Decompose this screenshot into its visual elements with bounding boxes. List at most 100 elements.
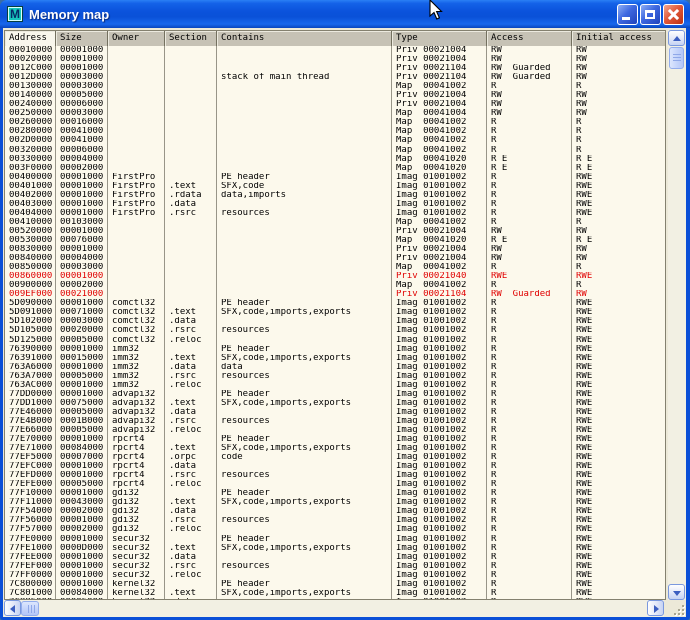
table-row[interactable]: 0012C000 00001000 Priv 00021104 RW Guard… bbox=[5, 64, 665, 73]
table-row[interactable]: 003F0000 00002000 Map 00041020 R E R E bbox=[5, 164, 665, 173]
scroll-down-button[interactable] bbox=[668, 584, 685, 600]
table-row[interactable]: 77EFC000 00001000 rpcrt4 .data Imag 0100… bbox=[5, 462, 665, 471]
column-header-size[interactable]: Size bbox=[56, 31, 108, 46]
column-header-access[interactable]: Access bbox=[487, 31, 572, 46]
table-row[interactable]: 00520000 00001000 Priv 00021004 RW RW bbox=[5, 227, 665, 236]
table-row[interactable]: 00330000 00004000 Map 00041020 R E R E bbox=[5, 155, 665, 164]
table-row[interactable]: 77EF5000 00007000 rpcrt4 .orpc code Imag… bbox=[5, 453, 665, 462]
table-row[interactable]: 002D0000 00041000 Map 00041002 R R bbox=[5, 136, 665, 145]
table-row[interactable]: 763A6000 00001000 imm32 .data data Imag … bbox=[5, 363, 665, 372]
table-row[interactable]: 00250000 00003000 Map 00041004 RW RW bbox=[5, 109, 665, 118]
table-row[interactable]: 763AC000 00001000 imm32 .reloc Imag 0100… bbox=[5, 381, 665, 390]
maximize-button[interactable] bbox=[640, 4, 661, 25]
cell-section bbox=[165, 245, 217, 254]
cell-type: Imag 01001002 bbox=[392, 390, 487, 399]
cell-section: .data bbox=[165, 507, 217, 516]
horizontal-scrollbar[interactable] bbox=[4, 600, 664, 617]
table-row[interactable]: 5D102000 00003000 comctl32 .data Imag 01… bbox=[5, 317, 665, 326]
app-icon[interactable]: M bbox=[7, 6, 23, 22]
table-row[interactable]: 5D105000 00020000 comctl32 .rsrc resourc… bbox=[5, 326, 665, 335]
cell-address: 5D105000 bbox=[5, 326, 56, 335]
titlebar[interactable]: M Memory map bbox=[0, 0, 690, 28]
cell-owner: rpcrt4 bbox=[108, 480, 165, 489]
table-row[interactable]: 7C801000 00084000 kernel32 .text SFX,cod… bbox=[5, 589, 665, 598]
table-row[interactable]: 77DD0000 00001000 advapi32 PE header Ima… bbox=[5, 390, 665, 399]
table-row[interactable]: 00401000 00001000 FirstPro .text SFX,cod… bbox=[5, 182, 665, 191]
table-row[interactable]: 00860000 00001000 Priv 00021040 RWE RWE bbox=[5, 272, 665, 281]
cell-owner bbox=[108, 91, 165, 100]
table-row[interactable]: 5D091000 00071000 comctl32 .text SFX,cod… bbox=[5, 308, 665, 317]
table-row[interactable]: 77EFE000 00005000 rpcrt4 .reloc Imag 010… bbox=[5, 480, 665, 489]
vertical-scrollbar[interactable] bbox=[668, 30, 686, 600]
column-header-initial-access[interactable]: Initial access bbox=[572, 31, 665, 46]
table-row[interactable]: 009EF000 00021000 Priv 00021104 RW Guard… bbox=[5, 290, 665, 299]
table-row[interactable]: 5D090000 00001000 comctl32 PE header Ima… bbox=[5, 299, 665, 308]
table-row[interactable]: 77E66000 00005000 advapi32 .reloc Imag 0… bbox=[5, 426, 665, 435]
table-row[interactable]: 00404000 00001000 FirstPro .rsrc resourc… bbox=[5, 209, 665, 218]
cell-access: R bbox=[487, 462, 572, 471]
table-row[interactable]: 7C800000 00001000 kernel32 PE header Ima… bbox=[5, 580, 665, 589]
minimize-button[interactable] bbox=[617, 4, 638, 25]
table-row[interactable]: 00403000 00001000 FirstPro .data Imag 01… bbox=[5, 200, 665, 209]
cell-type: Imag 01001002 bbox=[392, 317, 487, 326]
table-row[interactable]: 00830000 00001000 Priv 00021004 RW RW bbox=[5, 245, 665, 254]
table-row[interactable]: 00402000 00001000 FirstPro .rdata data,i… bbox=[5, 191, 665, 200]
resize-grip[interactable] bbox=[670, 601, 685, 616]
column-header-address[interactable]: Address bbox=[5, 31, 56, 46]
table-row[interactable]: 00140000 00005000 Priv 00021004 RW RW bbox=[5, 91, 665, 100]
table-row[interactable]: 7C885000 00005000 kernel32 .data Imag 01… bbox=[5, 598, 665, 599]
cell-section bbox=[165, 118, 217, 127]
table-row[interactable]: 76390000 00001000 imm32 PE header Imag 0… bbox=[5, 345, 665, 354]
cell-owner: secur32 bbox=[108, 544, 165, 553]
table-row[interactable]: 77FEF000 00001000 secur32 .rsrc resource… bbox=[5, 562, 665, 571]
table-row[interactable]: 77F10000 00001000 gdi32 PE header Imag 0… bbox=[5, 489, 665, 498]
table-row[interactable]: 00410000 00103000 Map 00041002 R R bbox=[5, 218, 665, 227]
column-header-contains[interactable]: Contains bbox=[217, 31, 392, 46]
table-row[interactable]: 77E71000 00084000 rpcrt4 .text SFX,code,… bbox=[5, 444, 665, 453]
column-header-owner[interactable]: Owner bbox=[108, 31, 165, 46]
vertical-scroll-thumb[interactable] bbox=[669, 47, 684, 69]
column-header-section[interactable]: Section bbox=[165, 31, 217, 46]
table-row[interactable]: 77FEE000 00001000 secur32 .data Imag 010… bbox=[5, 553, 665, 562]
table-row[interactable]: 00530000 00076000 Map 00041020 R E R E bbox=[5, 236, 665, 245]
scroll-right-button[interactable] bbox=[647, 600, 664, 616]
table-row[interactable]: 00020000 00001000 Priv 00021004 RW RW bbox=[5, 55, 665, 64]
cell-contains bbox=[217, 200, 392, 209]
table-row[interactable]: 00900000 00002000 Map 00041002 R R bbox=[5, 281, 665, 290]
cell-contains: SFX,code,imports,exports bbox=[217, 399, 392, 408]
close-button[interactable] bbox=[663, 4, 684, 25]
table-row[interactable]: 00320000 00006000 Map 00041002 R R bbox=[5, 146, 665, 155]
table-row[interactable]: 763A7000 00005000 imm32 .rsrc resources … bbox=[5, 372, 665, 381]
table-row[interactable]: 00130000 00003000 Map 00041002 R R bbox=[5, 82, 665, 91]
table-row[interactable]: 77FF0000 00001000 secur32 .reloc Imag 01… bbox=[5, 571, 665, 580]
table-row[interactable]: 00400000 00001000 FirstPro PE header Ima… bbox=[5, 173, 665, 182]
table-row[interactable]: 77FE1000 0000D000 secur32 .text SFX,code… bbox=[5, 544, 665, 553]
table-row[interactable]: 77DD1000 00075000 advapi32 .text SFX,cod… bbox=[5, 399, 665, 408]
table-row[interactable]: 00840000 00004000 Priv 00021004 RW RW bbox=[5, 254, 665, 263]
cell-initial-access: RWE bbox=[572, 507, 665, 516]
table-row[interactable]: 77E46000 00005000 advapi32 .data Imag 01… bbox=[5, 408, 665, 417]
table-row[interactable]: 77E4B000 0001B000 advapi32 .rsrc resourc… bbox=[5, 417, 665, 426]
scroll-left-button[interactable] bbox=[4, 600, 21, 616]
table-row[interactable]: 77F56000 00001000 gdi32 .rsrc resources … bbox=[5, 516, 665, 525]
table-row[interactable]: 76391000 00015000 imm32 .text SFX,code,i… bbox=[5, 354, 665, 363]
cell-access: R bbox=[487, 598, 572, 599]
table-row[interactable]: 00280000 00041000 Map 00041002 R R bbox=[5, 127, 665, 136]
table-row[interactable]: 00010000 00001000 Priv 00021004 RW RW bbox=[5, 46, 665, 55]
cell-type: Map 00041002 bbox=[392, 136, 487, 145]
column-header-type[interactable]: Type bbox=[392, 31, 487, 46]
table-row[interactable]: 5D125000 00005000 comctl32 .reloc Imag 0… bbox=[5, 336, 665, 345]
cell-section bbox=[165, 164, 217, 173]
table-row[interactable]: 77FE0000 00001000 secur32 PE header Imag… bbox=[5, 535, 665, 544]
table-row[interactable]: 77E70000 00001000 rpcrt4 PE header Imag … bbox=[5, 435, 665, 444]
table-row[interactable]: 77EFD000 00001000 rpcrt4 .rsrc resources… bbox=[5, 471, 665, 480]
table-row[interactable]: 00260000 00016000 Map 00041002 R R bbox=[5, 118, 665, 127]
table-row[interactable]: 00240000 00006000 Priv 00021004 RW RW bbox=[5, 100, 665, 109]
table-row[interactable]: 00850000 00003000 Map 00041002 R R bbox=[5, 263, 665, 272]
table-row[interactable]: 0012D000 00003000 stack of main thread P… bbox=[5, 73, 665, 82]
table-row[interactable]: 77F54000 00002000 gdi32 .data Imag 01001… bbox=[5, 507, 665, 516]
table-row[interactable]: 77F57000 00002000 gdi32 .reloc Imag 0100… bbox=[5, 525, 665, 534]
scroll-up-button[interactable] bbox=[668, 30, 685, 46]
horizontal-scroll-thumb[interactable] bbox=[21, 601, 39, 616]
table-row[interactable]: 77F11000 00043000 gdi32 .text SFX,code,i… bbox=[5, 498, 665, 507]
